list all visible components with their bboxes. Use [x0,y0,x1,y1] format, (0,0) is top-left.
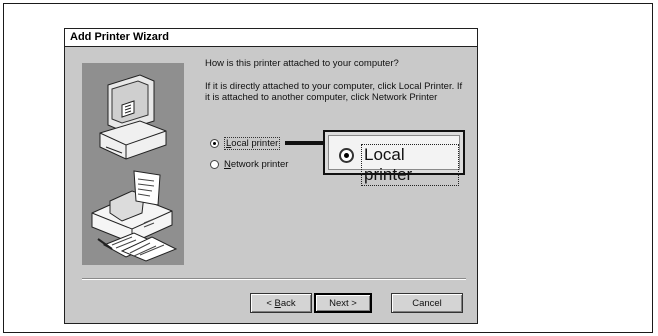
callout-label: Local printer [361,144,459,186]
local-label-rest: ocal printer [231,137,279,149]
network-printer-label[interactable]: Network printer [224,159,288,170]
local-printer-radio[interactable] [210,138,219,148]
network-printer-radio[interactable] [210,159,219,169]
back-rest: ack [280,297,296,309]
network-accel: N [224,158,231,170]
instruction-text: If it is directly attached to your compu… [205,81,463,103]
local-printer-label[interactable]: Local printer [224,136,281,150]
zoom-callout: Local printer [323,130,465,186]
network-printer-option[interactable]: Network printer [210,157,288,171]
dialog-title: Add Printer Wizard [70,31,169,43]
cancel-button[interactable]: Cancel [391,293,463,313]
question-text: How is this printer attached to your com… [205,58,399,69]
back-prefix: < [266,297,275,309]
back-button[interactable]: < Back [250,293,312,313]
wizard-illustration [82,63,184,265]
button-separator [82,278,466,280]
callout-radio [339,148,354,163]
network-label-rest: etwork printer [230,158,289,170]
local-printer-option[interactable]: Local printer [210,136,281,150]
callout-panel: Local printer [328,135,460,186]
next-button[interactable]: Next > [314,293,372,313]
title-bar: Add Printer Wizard [65,29,477,47]
computer-printer-illustration [91,74,178,262]
callout-connector [285,141,323,145]
screenshot-frame: Add Printer Wizard How is this printer a… [3,3,653,333]
add-printer-wizard-dialog: Add Printer Wizard How is this printer a… [64,28,478,324]
